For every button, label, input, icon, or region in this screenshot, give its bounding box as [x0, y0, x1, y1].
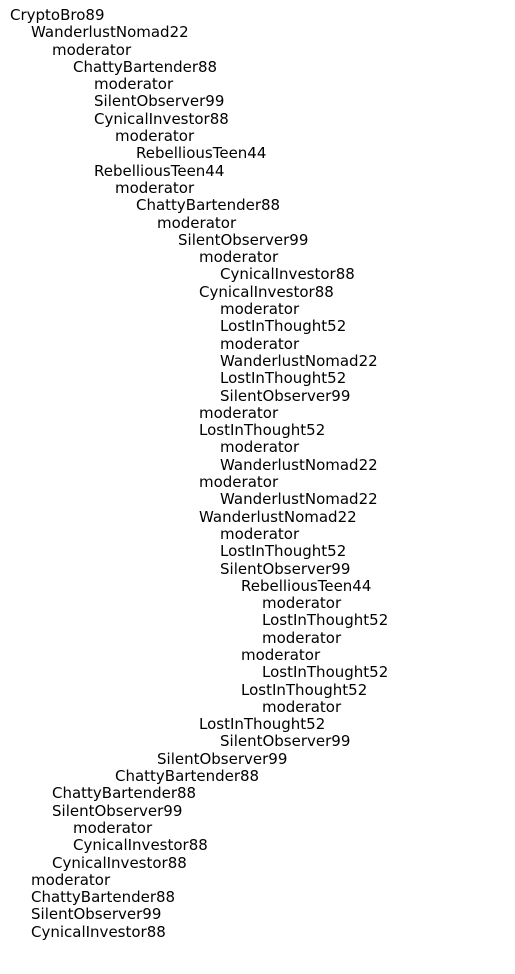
tree-node: moderator: [220, 300, 300, 319]
tree-node: CynicalInvestor88: [52, 853, 187, 872]
tree-node: CynicalInvestor88: [73, 836, 208, 855]
tree-node: LostInThought52: [262, 611, 389, 630]
tree-node: CynicalInvestor88: [31, 922, 166, 941]
tree-node: ChattyBartender88: [136, 196, 281, 215]
tree-node: moderator: [73, 818, 153, 837]
tree-node: ChattyBartender88: [52, 784, 197, 803]
tree-node: moderator: [52, 40, 132, 59]
tree-node: SilentObserver99: [157, 749, 288, 768]
tree-node: SilentObserver99: [94, 92, 225, 111]
tree-node: WanderlustNomad22: [220, 490, 378, 509]
tree-node: CryptoBro89: [10, 6, 105, 24]
tree-node: RebelliousTeen44: [136, 144, 267, 163]
tree-node: LostInThought52: [220, 369, 347, 388]
tree-node: SilentObserver99: [52, 801, 183, 820]
tree-node: moderator: [94, 75, 174, 94]
tree-node: ChattyBartender88: [115, 767, 260, 786]
tree-node: WanderlustNomad22: [220, 351, 378, 370]
tree-node: RebelliousTeen44: [241, 576, 372, 595]
tree-node: ChattyBartender88: [73, 57, 218, 76]
tree-node: moderator: [31, 870, 111, 889]
tree-node: LostInThought52: [262, 663, 389, 682]
tree-node: moderator: [220, 438, 300, 457]
tree-node: moderator: [262, 594, 342, 613]
tree-node: moderator: [115, 178, 195, 197]
tree-node: moderator: [220, 524, 300, 543]
tree-node: LostInThought52: [220, 542, 347, 561]
tree-node: WanderlustNomad22: [31, 23, 189, 42]
tree-node: moderator: [220, 334, 300, 353]
tree-node: WanderlustNomad22: [220, 455, 378, 474]
tree-node: SilentObserver99: [220, 732, 351, 751]
tree-node: RebelliousTeen44: [94, 161, 225, 180]
tree-node: moderator: [199, 473, 279, 492]
tree-node: ChattyBartender88: [31, 888, 176, 907]
tree-node: moderator: [262, 697, 342, 716]
tree-node: SilentObserver99: [178, 230, 309, 249]
tree-node: LostInThought52: [241, 680, 368, 699]
tree-node: SilentObserver99: [220, 386, 351, 405]
tree-node: moderator: [241, 645, 321, 664]
tree-node: moderator: [157, 213, 237, 232]
tree-node: SilentObserver99: [220, 559, 351, 578]
tree-node: moderator: [115, 127, 195, 146]
tree-node: LostInThought52: [220, 317, 347, 336]
tree-node: CynicalInvestor88: [94, 109, 229, 128]
tree-node: CynicalInvestor88: [220, 265, 355, 284]
tree-node: moderator: [199, 248, 279, 267]
tree-node: LostInThought52: [199, 715, 326, 734]
tree-node: LostInThought52: [199, 421, 326, 440]
tree-node: moderator: [262, 628, 342, 647]
tree-node: WanderlustNomad22: [199, 507, 357, 526]
thread-tree: CryptoBro89 WanderlustNomad22 moderator Cha…: [10, 6, 389, 941]
tree-node: CynicalInvestor88: [199, 282, 334, 301]
tree-node: moderator: [199, 403, 279, 422]
tree-node: SilentObserver99: [31, 905, 162, 924]
